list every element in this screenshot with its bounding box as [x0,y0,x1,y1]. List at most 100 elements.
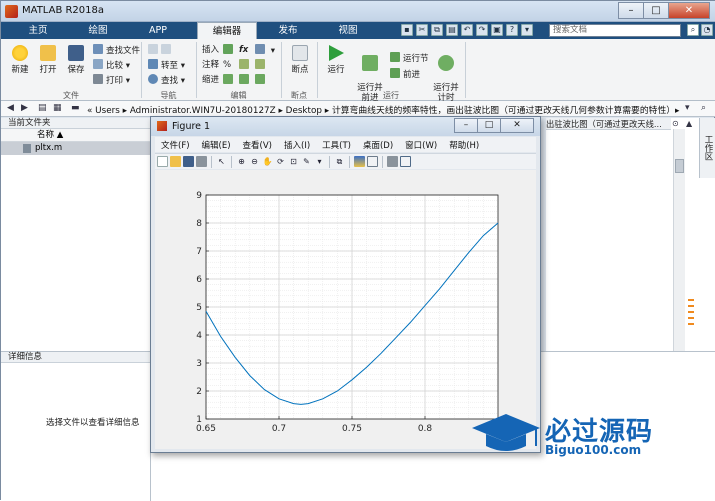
copy-icon[interactable]: ⧉ [431,24,443,36]
maximize-button[interactable]: □ [643,2,669,19]
panel-scroll-icon[interactable]: ▲ [686,119,692,128]
tab-view[interactable]: 视图 [325,22,371,39]
editor-scrollbar[interactable] [673,129,685,351]
goto-button[interactable]: 转至 ▾ [148,59,185,71]
show-plot-tools-icon[interactable] [400,156,411,167]
figure-maximize-button[interactable]: □ [477,118,501,133]
legend-icon[interactable] [367,156,378,167]
ribbon-tabs: 主页 绘图 APP 编辑器 发布 视图 ▪ ✂ ⧉ ▤ ↶ ↷ ▣ ? ▾ 搜索… [1,22,715,39]
new-button[interactable]: 新建 [7,45,33,75]
zoom-out-icon[interactable]: ⊖ [249,156,260,167]
scrollbar-thumb[interactable] [675,159,684,173]
pointer-icon[interactable]: ↖ [216,156,227,167]
file-row[interactable]: pltx.m [1,142,150,155]
wrap-comment-button[interactable] [239,59,252,71]
floppy-icon [68,45,84,61]
code-analyzer-marker [688,323,694,325]
address-path[interactable]: « Users ▸ Administrator.WIN7U-20180127Z … [87,103,679,116]
menu-help[interactable]: 帮助(H) [443,139,485,151]
notification-icon[interactable]: ◔ [701,24,713,36]
breakpoint-icon [292,45,308,61]
comment-percent-button[interactable]: % [223,59,231,71]
figure-close-button[interactable]: ✕ [500,118,534,133]
browse-folder-icon[interactable]: ▦ [53,103,62,113]
find-icon [148,74,158,84]
menu-window[interactable]: 窗口(W) [399,139,443,151]
advance-button[interactable]: 前进 [390,68,420,80]
fx-button[interactable]: fx [239,44,248,56]
comment-button[interactable]: 注释 [202,59,219,71]
forward-arrow-icon[interactable]: ▶ [21,103,28,113]
bookmark-icons[interactable] [148,44,174,56]
increase-indent-button[interactable] [239,74,252,86]
minimize-button[interactable]: – [618,2,644,19]
tab-editor[interactable]: 编辑器 [197,22,257,39]
save-figure-icon[interactable] [183,156,194,167]
colorbar-icon[interactable] [354,156,365,167]
uncomment-icon [255,59,265,69]
close-button[interactable]: ✕ [668,2,710,19]
menu-file[interactable]: 文件(F) [155,139,196,151]
run-button[interactable]: 运行 [323,45,349,75]
editor-file-tab[interactable]: 出驻波比图（可通过更改天线... [546,118,671,130]
new-figure-icon[interactable] [157,156,168,167]
save-quick-icon[interactable]: ▪ [401,24,413,36]
decrease-indent-button[interactable] [255,74,268,86]
paste-icon[interactable]: ▤ [446,24,458,36]
print-figure-icon[interactable] [196,156,207,167]
undo-icon[interactable]: ↶ [461,24,473,36]
uncomment-button[interactable] [255,59,268,71]
menu-insert[interactable]: 插入(I) [278,139,316,151]
figure-minimize-button[interactable]: – [454,118,478,133]
help-icon[interactable]: ? [506,24,518,36]
menu-desktop[interactable]: 桌面(D) [357,139,399,151]
search-icon[interactable]: ⌕ [687,24,699,36]
dropdown-icon[interactable]: ▾ [521,24,533,36]
link-plot-icon[interactable]: ⧉ [334,156,345,167]
tab-plots[interactable]: 绘图 [75,22,121,39]
workspace-tab[interactable]: 工作区 [699,118,715,178]
search-input[interactable]: 搜索文档 [549,24,681,37]
open-file-icon[interactable] [170,156,181,167]
panel-menu-icon[interactable]: ⊙ [672,119,679,128]
cut-icon[interactable]: ✂ [416,24,428,36]
redo-icon[interactable]: ↷ [476,24,488,36]
rotate-3d-icon[interactable]: ⟳ [275,156,286,167]
insert-function-button[interactable]: ▾ [255,44,275,56]
pan-icon[interactable]: ✋ [262,156,273,167]
file-name: pltx.m [35,143,63,153]
tab-publish[interactable]: 发布 [265,22,311,39]
open-button[interactable]: 打开 [35,45,61,75]
compare-button[interactable]: 比较 ▾ [93,59,130,71]
save-button[interactable]: 保存 [63,45,89,75]
up-folder-icon[interactable]: ▤ [38,103,47,113]
brush-dropdown-icon[interactable]: ▾ [314,156,325,167]
zoom-in-icon[interactable]: ⊕ [236,156,247,167]
save-label: 保存 [67,65,85,75]
insert-button[interactable]: 插入 [202,44,219,56]
insert-section-button[interactable] [223,44,236,56]
back-arrow-icon[interactable]: ◀ [7,103,14,113]
data-cursor-icon[interactable]: ⊡ [288,156,299,167]
folder-icon [40,45,56,61]
hide-plot-tools-icon[interactable] [387,156,398,167]
indent-button[interactable]: 缩进 [202,74,219,86]
tab-home[interactable]: 主页 [15,22,61,39]
find-button[interactable]: 查找 ▾ [148,74,185,86]
search-folder-icon[interactable]: ⌕ [701,103,706,113]
breakpoints-button[interactable]: 断点 [287,45,313,75]
y-tick-label: 7 [196,247,202,257]
smart-indent-button[interactable] [223,74,236,86]
brush-icon[interactable]: ✎ [301,156,312,167]
run-section-button[interactable]: 运行节 [390,52,429,64]
group-label-edit: 编辑 [230,91,247,100]
menu-view[interactable]: 查看(V) [237,139,278,151]
print-button[interactable]: 打印 ▾ [93,74,130,86]
switch-windows-icon[interactable]: ▣ [491,24,503,36]
find-files-button[interactable]: 查找文件 [93,44,140,56]
address-dropdown-icon[interactable]: ▾ [685,103,690,113]
menu-edit[interactable]: 编辑(E) [196,139,237,151]
name-column-header[interactable]: 名称 ▲ [1,129,150,142]
menu-tools[interactable]: 工具(T) [316,139,357,151]
tab-apps[interactable]: APP [135,22,181,39]
